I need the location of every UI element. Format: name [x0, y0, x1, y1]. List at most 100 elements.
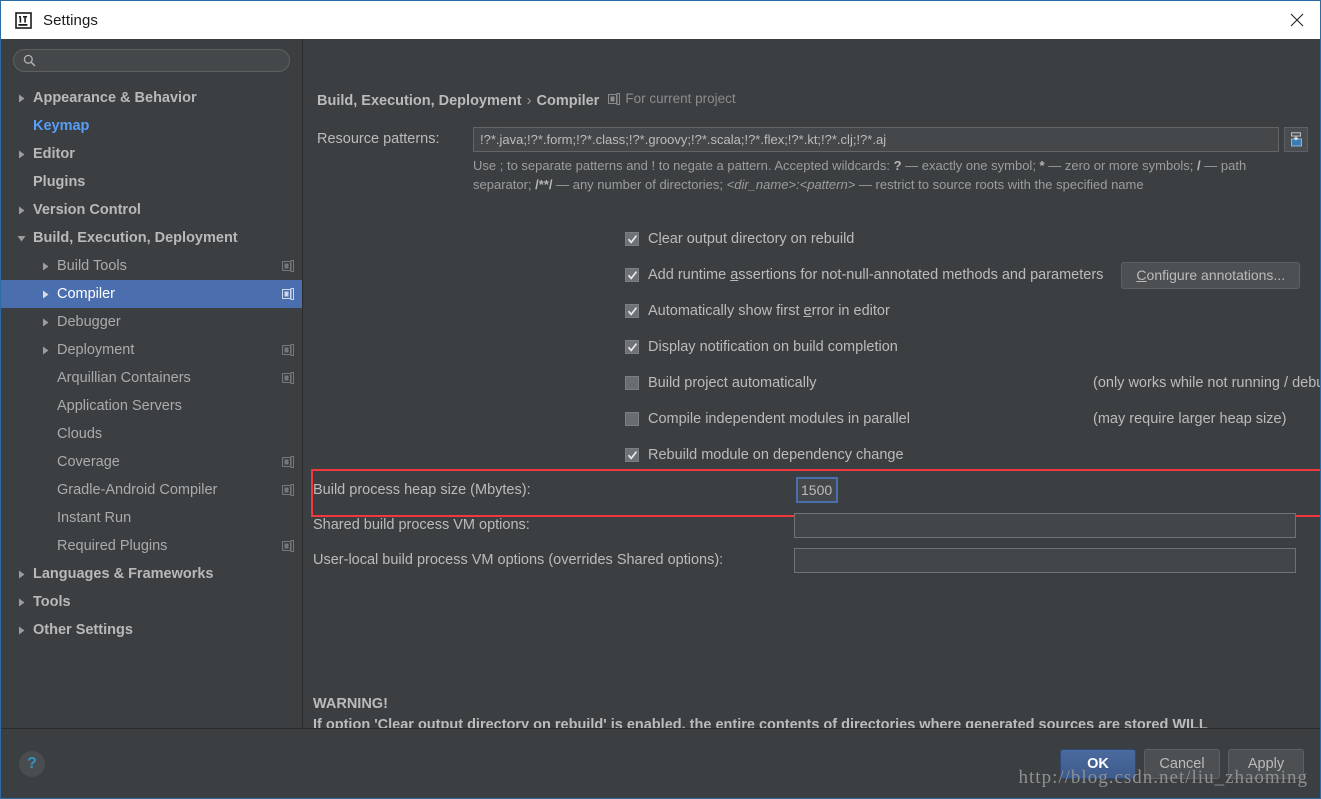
sidebar-item-tools[interactable]: Tools: [1, 588, 302, 616]
sidebar-item-label: Other Settings: [33, 622, 133, 638]
option-label[interactable]: Display notification on build completion: [648, 339, 898, 355]
sidebar-item-debugger[interactable]: Debugger: [1, 308, 302, 336]
project-level-badge-icon: [282, 344, 294, 356]
sidebar-item-other-settings[interactable]: Other Settings: [1, 616, 302, 644]
sidebar-item-application-servers[interactable]: Application Servers: [1, 392, 302, 420]
help-button-label: ?: [27, 754, 37, 772]
search-icon: [23, 54, 36, 67]
close-icon[interactable]: [1274, 1, 1320, 39]
settings-tree[interactable]: Appearance & Behavior Keymap Editor Plugins…: [1, 82, 302, 728]
ok-button[interactable]: OK: [1060, 749, 1136, 779]
help-wildcard-doublestar: /**/: [535, 177, 553, 192]
sidebar-item-label: Build, Execution, Deployment: [33, 230, 238, 246]
checkbox-checked-icon[interactable]: [625, 340, 639, 354]
expand-editor-icon[interactable]: [1284, 127, 1308, 152]
chevron-right-icon[interactable]: [15, 560, 28, 588]
sidebar-item-required-plugins[interactable]: Required Plugins: [1, 532, 302, 560]
shared-vm-options-label: Shared build process VM options:: [313, 517, 530, 533]
sidebar-item-build-tools[interactable]: Build Tools: [1, 252, 302, 280]
shared-vm-options-input[interactable]: [794, 512, 1296, 538]
sidebar-item-instant-run[interactable]: Instant Run: [1, 504, 302, 532]
dialog-footer: ? OK Cancel Apply http://blog.csdn.net/liu…: [1, 728, 1320, 798]
option-label[interactable]: Rebuild module on dependency change: [648, 447, 904, 463]
help-text-5: — any number of directories;: [552, 177, 727, 192]
settings-sidebar: Appearance & Behavior Keymap Editor Plugins…: [1, 39, 303, 728]
sidebar-item-version-control[interactable]: Version Control: [1, 196, 302, 224]
breadcrumb: Build, Execution, Deployment › Compiler …: [317, 91, 736, 109]
option-label[interactable]: Clear output directory on rebuild: [648, 231, 854, 247]
sidebar-item-keymap[interactable]: Keymap: [1, 112, 302, 140]
option-label[interactable]: Automatically show first error in editor: [648, 303, 890, 319]
checkbox-checked-icon[interactable]: [625, 232, 639, 246]
chevron-right-icon[interactable]: [39, 336, 52, 364]
chevron-right-icon[interactable]: [15, 140, 28, 168]
sidebar-item-label: Tools: [33, 594, 71, 610]
configure-annotations-mnemonic: C: [1136, 267, 1147, 283]
option-label-text-rest: ssertions for not-null-annotated methods…: [738, 267, 1104, 283]
chevron-down-icon[interactable]: [15, 224, 28, 252]
search-box[interactable]: [13, 49, 290, 72]
option-note: (may require larger heap size): [1093, 411, 1287, 427]
sidebar-item-arquillian-containers[interactable]: Arquillian Containers: [1, 364, 302, 392]
chevron-right-icon[interactable]: [39, 280, 52, 308]
help-text-6: — restrict to source roots with the spec…: [855, 177, 1144, 192]
resource-patterns-row: Resource patterns:: [317, 127, 1308, 152]
sidebar-item-label: Plugins: [33, 174, 86, 190]
checkbox-checked-icon[interactable]: [625, 304, 639, 318]
sidebar-item-label: Instant Run: [57, 510, 132, 526]
heap-size-input[interactable]: [796, 477, 838, 503]
sidebar-item-label: Build Tools: [57, 258, 127, 274]
chevron-right-icon[interactable]: [15, 588, 28, 616]
sidebar-item-coverage[interactable]: Coverage: [1, 448, 302, 476]
sidebar-item-compiler[interactable]: Compiler: [1, 280, 302, 308]
title-bar: Settings: [1, 1, 1320, 39]
local-vm-options-label: User-local build process VM options (ove…: [313, 552, 724, 568]
checkbox-unchecked-icon[interactable]: [625, 412, 639, 426]
sidebar-item-plugins[interactable]: Plugins: [1, 168, 302, 196]
sidebar-item-gradle-android-compiler[interactable]: Gradle-Android Compiler: [1, 476, 302, 504]
option-label[interactable]: Build project automatically: [648, 375, 816, 391]
chevron-right-icon[interactable]: [39, 308, 52, 336]
option-label-text: Rebuild module on dependency change: [648, 447, 904, 463]
project-level-badge-icon: [282, 260, 294, 272]
intellij-idea-icon: [15, 11, 32, 29]
chevron-right-icon[interactable]: [39, 252, 52, 280]
project-level-badge-icon: [282, 372, 294, 384]
option-label-mnemonic: e: [803, 303, 812, 319]
question-mark-icon[interactable]: ?: [19, 750, 45, 777]
warning-title: WARNING!: [313, 696, 388, 712]
configure-annotations-button[interactable]: Configure annotations...: [1121, 261, 1301, 289]
apply-button[interactable]: Apply: [1228, 749, 1304, 779]
checkbox-checked-icon[interactable]: [625, 448, 639, 462]
sidebar-item-label: Application Servers: [57, 398, 182, 414]
local-vm-options-input[interactable]: [794, 547, 1296, 573]
cancel-button[interactable]: Cancel: [1144, 749, 1220, 779]
search-input[interactable]: [36, 50, 289, 71]
sidebar-item-clouds[interactable]: Clouds: [1, 420, 302, 448]
breadcrumb-root[interactable]: Build, Execution, Deployment: [317, 93, 522, 109]
window-title: Settings: [43, 11, 98, 29]
option-label-text: Compile independent modules in parallel: [648, 411, 910, 427]
option-row: Clear output directory on rebuild: [625, 221, 1310, 257]
sidebar-item-appearance-behavior[interactable]: Appearance & Behavior: [1, 84, 302, 112]
option-note: (only works while not running / debuggin…: [1093, 375, 1320, 391]
sidebar-item-editor[interactable]: Editor: [1, 140, 302, 168]
sidebar-item-label: Keymap: [33, 118, 90, 134]
warning-message: WARNING! If option 'Clear output directo…: [313, 694, 1306, 728]
checkbox-checked-icon[interactable]: [625, 268, 639, 282]
resource-patterns-input[interactable]: [473, 127, 1279, 152]
sidebar-item-build-execution-deployment[interactable]: Build, Execution, Deployment: [1, 224, 302, 252]
chevron-right-icon[interactable]: [15, 84, 28, 112]
chevron-right-icon[interactable]: [15, 196, 28, 224]
checkbox-unchecked-icon[interactable]: [625, 376, 639, 390]
project-scope-label: For current project: [608, 91, 736, 106]
sidebar-item-deployment[interactable]: Deployment: [1, 336, 302, 364]
chevron-right-icon[interactable]: [15, 616, 28, 644]
sidebar-item-languages-frameworks[interactable]: Languages & Frameworks: [1, 560, 302, 588]
sidebar-item-label: Appearance & Behavior: [33, 90, 197, 106]
option-label[interactable]: Add runtime assertions for not-null-anno…: [648, 267, 1103, 283]
help-wildcard-question: ?: [893, 158, 902, 173]
help-text-2: — exactly one symbol;: [901, 158, 1040, 173]
option-label[interactable]: Compile independent modules in parallel: [648, 411, 910, 427]
help-dirname-pattern: <dir_name>:<pattern>: [726, 177, 856, 192]
